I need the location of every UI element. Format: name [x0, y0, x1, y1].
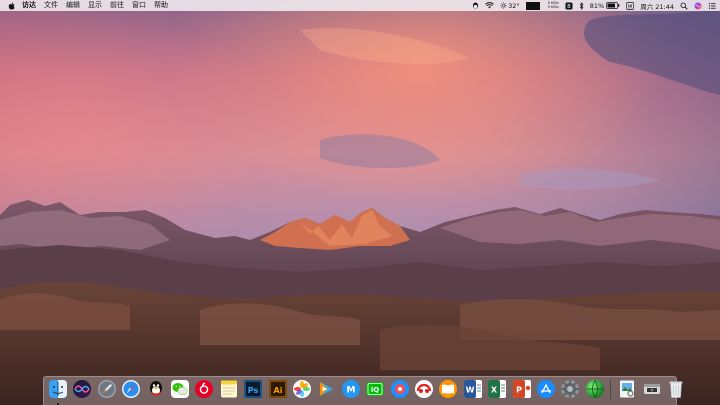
download-speed: 0 KB/s: [547, 4, 559, 9]
menu-edit[interactable]: 编辑: [62, 0, 84, 11]
dock-app-qq[interactable]: [146, 379, 166, 399]
netease-music-icon: [195, 380, 214, 398]
preview-icon: [620, 380, 635, 398]
menu-view[interactable]: 显示: [84, 0, 106, 11]
dock-separator: [610, 380, 612, 399]
baidu-netdisk-icon: [415, 380, 433, 398]
notification-center-icon[interactable]: [708, 0, 716, 11]
menubar-clock[interactable]: 周六 21:44: [640, 0, 674, 11]
maimai-icon: M: [341, 380, 360, 398]
dock-app-iqiyi[interactable]: iQ: [365, 379, 385, 399]
books-icon: [439, 380, 458, 398]
dock-app-photoshop[interactable]: Ps: [243, 379, 263, 399]
dock-app-siri[interactable]: [72, 379, 92, 399]
svg-text:B: B: [567, 3, 571, 9]
qq-penguin-icon: [149, 381, 162, 396]
svg-text:M: M: [346, 386, 355, 396]
qq-status-icon[interactable]: [472, 0, 479, 11]
weather-temperature: 32°: [508, 1, 520, 10]
bluetooth-icon[interactable]: [579, 0, 584, 11]
dock-app-baidu-netdisk[interactable]: [414, 379, 434, 399]
dock-app-excel[interactable]: X: [487, 379, 507, 399]
excel-icon: X: [488, 380, 507, 398]
dock-app-ibooks[interactable]: [438, 379, 458, 399]
battery-icon: [606, 2, 620, 9]
dock-app-tencent-video[interactable]: [316, 379, 336, 399]
menu-bar: 访达 文件 编辑 显示 前往 窗口 帮助 32° 0 KB/s 0 KB/s B…: [0, 0, 720, 11]
svg-text:拼: 拼: [628, 2, 633, 9]
notes-icon: [220, 380, 237, 398]
input-source-icon[interactable]: 拼: [626, 0, 635, 11]
trash-icon: [669, 381, 683, 398]
dock-app-notes[interactable]: [219, 379, 239, 399]
svg-text:Ps: Ps: [248, 386, 259, 395]
dock-app-photos[interactable]: [292, 379, 312, 399]
word-icon: W: [463, 380, 482, 398]
launchpad-rocket-icon: [97, 380, 116, 398]
weather-widget[interactable]: 32°: [500, 0, 520, 11]
dock-app-powerpoint[interactable]: P: [512, 379, 532, 399]
green-sphere-icon: [585, 380, 604, 398]
photoshop-icon: Ps: [244, 380, 263, 398]
menu-go[interactable]: 前往: [106, 0, 128, 11]
safari-compass-icon: [122, 380, 141, 398]
cpu-monitor-widget[interactable]: [525, 0, 542, 11]
dock-app-netease-music[interactable]: [194, 379, 214, 399]
menu-window[interactable]: 窗口: [128, 0, 150, 11]
dock-app-preview[interactable]: [617, 379, 637, 399]
finder-icon: [49, 380, 67, 398]
desktop-wallpaper: [0, 0, 720, 405]
battery-percent: 81%: [589, 1, 605, 10]
battery-widget[interactable]: 81%: [590, 0, 620, 11]
powerpoint-icon: P: [512, 380, 531, 398]
dock: Ps Ai MiQ W X P: [43, 376, 683, 405]
svg-text:W: W: [465, 386, 474, 395]
illustrator-icon: Ai: [268, 380, 287, 398]
svg-text:X: X: [491, 386, 498, 395]
system-preferences-gear-icon: [561, 380, 580, 398]
photos-icon: [293, 380, 311, 398]
image-capture-icon: [643, 384, 660, 394]
iqiyi-icon: iQ: [366, 382, 384, 396]
dock-app-safari[interactable]: [121, 379, 141, 399]
menu-help[interactable]: 帮助: [150, 0, 172, 11]
menu-file[interactable]: 文件: [40, 0, 62, 11]
network-speed-widget[interactable]: 0 KB/s 0 KB/s: [548, 0, 559, 11]
dock-app-app-store[interactable]: [536, 379, 556, 399]
spotlight-search-icon[interactable]: [680, 0, 688, 11]
app-menu-finder[interactable]: 访达: [16, 0, 40, 11]
svg-text:iQ: iQ: [371, 386, 379, 394]
dock-app-illustrator[interactable]: Ai: [268, 379, 288, 399]
dock-app-image-capture[interactable]: [642, 379, 662, 399]
siri-icon: [73, 380, 92, 398]
baidu-netdisk-status-icon[interactable]: B: [565, 0, 573, 11]
app-store-icon: [537, 380, 555, 398]
apple-logo-icon[interactable]: [6, 0, 16, 11]
siri-menubar-icon[interactable]: [694, 0, 702, 11]
dock-app-launchpad[interactable]: [97, 379, 117, 399]
screen-record-icon: [390, 380, 409, 398]
dock-app-trash[interactable]: [666, 379, 686, 399]
desktop: [0, 0, 720, 405]
tencent-video-icon: [320, 382, 334, 396]
svg-text:Ai: Ai: [273, 386, 282, 395]
dock-app-sphere-app[interactable]: [585, 379, 605, 399]
wechat-icon: [171, 380, 189, 398]
dock-icons: Ps Ai MiQ W X P: [44, 379, 683, 405]
dock-app-word[interactable]: W: [463, 379, 483, 399]
dock-app-system-preferences[interactable]: [560, 379, 580, 399]
dock-app-wechat[interactable]: [170, 379, 190, 399]
dock-app-maimai[interactable]: M: [341, 379, 361, 399]
svg-text:P: P: [516, 386, 522, 395]
dock-app-screen-record[interactable]: [390, 379, 410, 399]
wifi-icon[interactable]: [485, 0, 494, 11]
dock-app-finder[interactable]: [48, 379, 68, 399]
